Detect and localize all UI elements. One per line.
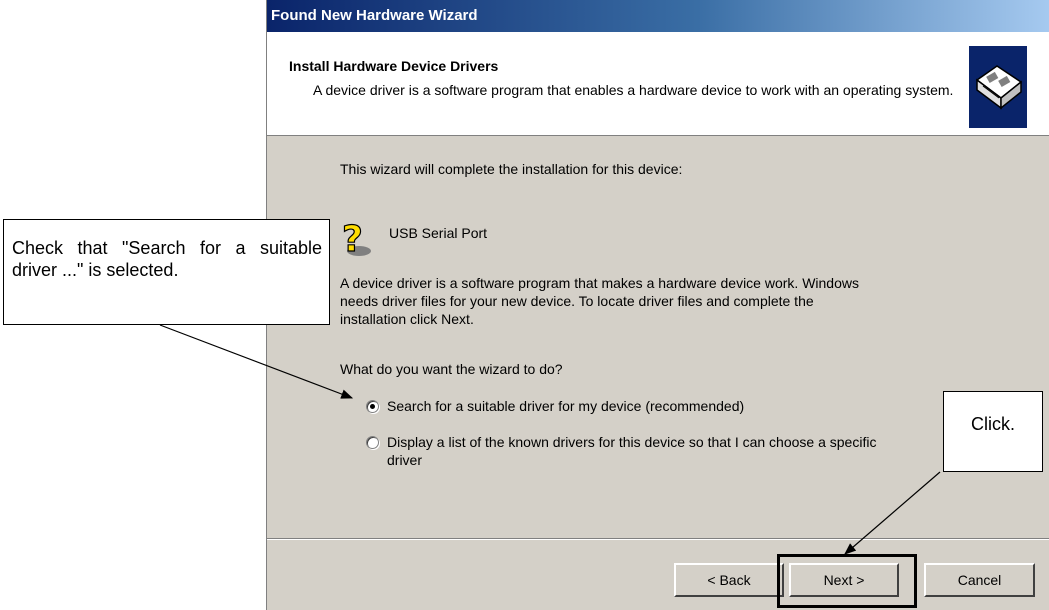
right-callout-arrow [844,471,941,555]
annotation-arrows [159,324,941,555]
left-callout-arrow [159,324,354,399]
